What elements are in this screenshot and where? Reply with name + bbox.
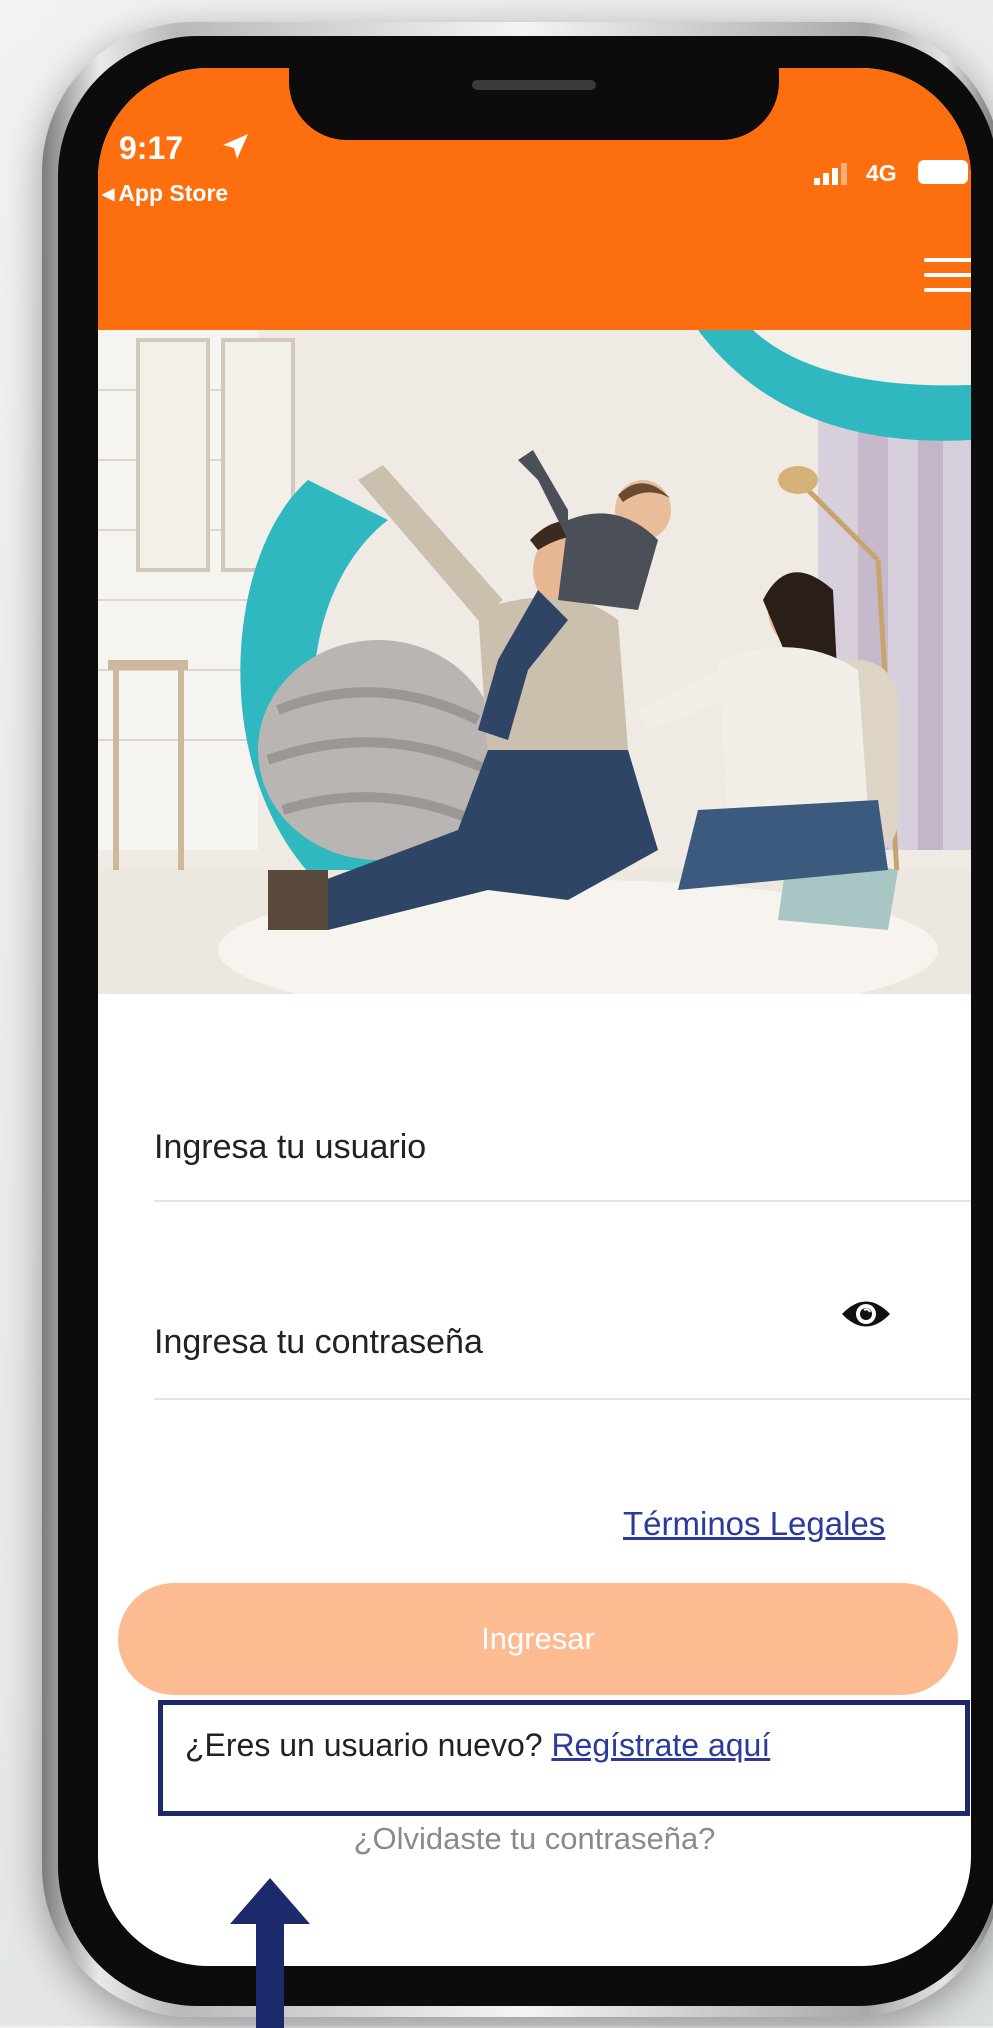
forgot-password-link[interactable]: ¿Olvidaste tu contraseña? [98,1821,971,1857]
phone-notch [289,68,779,140]
network-type: 4G [866,160,897,186]
arrow-up-icon [230,1878,310,2028]
username-underline [154,1200,971,1202]
family-photo [98,330,971,994]
legal-terms-link[interactable]: Términos Legales [623,1505,885,1543]
username-field[interactable]: Ingresa tu usuario [154,1128,426,1167]
back-to-app-store[interactable]: ◀ App Store [102,180,228,207]
status-time: 9:17 [119,130,184,166]
back-app-label: App Store [118,180,229,206]
battery-icon [918,160,968,184]
phone-speaker [472,80,596,90]
signal-icon [814,163,847,185]
eye-icon[interactable] [840,1295,892,1333]
hero-family-image [98,330,971,994]
app-screen: 9:17 ◀ App Store 4G Ingresa tu usuario I… [98,68,971,1966]
hamburger-menu-icon[interactable] [924,258,971,298]
register-highlight-box [158,1700,970,1816]
password-underline [154,1398,971,1400]
login-button[interactable]: Ingresar [118,1583,958,1695]
password-field[interactable]: Ingresa tu contraseña [154,1323,483,1362]
location-arrow-icon [223,134,248,159]
